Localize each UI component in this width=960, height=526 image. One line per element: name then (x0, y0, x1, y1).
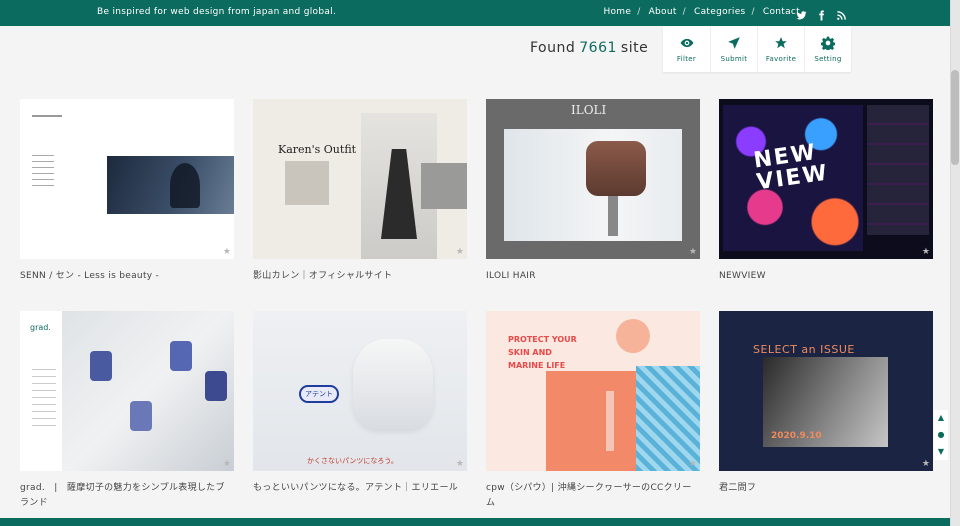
site-title[interactable]: もっといいパンツになる。アテント｜エリエール (253, 481, 467, 496)
site-title[interactable]: 君二問フ (719, 481, 933, 496)
site-thumbnail[interactable]: ★ (20, 99, 234, 259)
site-tagline: Be inspired for web design from japan an… (97, 7, 337, 17)
nav-item-contact[interactable]: Contact (763, 7, 800, 17)
gear-icon (820, 35, 836, 52)
nav-item-home[interactable]: Home / (603, 7, 648, 17)
site-card[interactable]: SELECT an ISSUE 2020.9.10 ★ 君二問フ (719, 311, 933, 496)
scroll-controls: ▲ ● ▼ (934, 410, 948, 460)
star-icon[interactable]: ★ (223, 459, 231, 469)
social-links (796, 6, 847, 21)
site-card[interactable]: Karen's Outfit ★ 影山カレン｜オフィシャルサイト (253, 99, 467, 284)
results-count: Found 7661 site (530, 40, 649, 56)
site-title[interactable]: grad. | 薩摩切子の魅力をシンプル表現したブランド (20, 481, 234, 511)
setting-button[interactable]: Setting (804, 26, 851, 72)
site-thumbnail[interactable]: アテント かくさないパンツになろう。 ★ (253, 311, 467, 471)
nav-item-about[interactable]: About / (649, 7, 694, 17)
star-icon (774, 35, 788, 49)
site-thumbnail[interactable]: PROTECT YOUR SKIN AND MARINE LIFE ★ (486, 311, 700, 471)
favorite-button[interactable]: Favorite (757, 26, 804, 72)
page-scrollbar[interactable] (950, 0, 960, 526)
site-title[interactable]: cpw（シパウ）| 沖縄シークヮーサーのCCクリーム (486, 481, 700, 511)
nav-item-categories[interactable]: Categories / (694, 7, 763, 17)
site-card[interactable]: ★ SENN / セン - Less is beauty - (20, 99, 234, 284)
star-icon[interactable]: ★ (922, 459, 930, 469)
footer-bar (0, 518, 950, 526)
site-card[interactable]: PROTECT YOUR SKIN AND MARINE LIFE ★ cpw（… (486, 311, 700, 511)
rss-icon[interactable] (836, 6, 847, 20)
site-title[interactable]: 影山カレン｜オフィシャルサイト (253, 269, 467, 284)
site-thumbnail[interactable]: Karen's Outfit ★ (253, 99, 467, 259)
site-title[interactable]: SENN / セン - Less is beauty - (20, 269, 234, 284)
site-card[interactable]: ILOLI ★ ILOLI HAIR (486, 99, 700, 284)
site-card[interactable]: アテント かくさないパンツになろう。 ★ もっといいパンツになる。アテント｜エリ… (253, 311, 467, 496)
site-thumbnail[interactable]: SELECT an ISSUE 2020.9.10 ★ (719, 311, 933, 471)
main-nav: Home / About / Categories / Contact (603, 7, 800, 17)
star-icon[interactable]: ★ (223, 247, 231, 257)
site-card[interactable]: NEW VIEW ★ NEWVIEW (719, 99, 933, 284)
paper-plane-icon (727, 35, 741, 49)
scroll-top-icon[interactable]: ▲ (938, 414, 944, 422)
facebook-icon[interactable] (816, 6, 827, 21)
star-icon[interactable]: ★ (689, 247, 697, 257)
site-card[interactable]: grad. ★ grad. | 薩摩切子の魅力をシンプル表現したブランド (20, 311, 234, 511)
site-thumbnail[interactable]: NEW VIEW ★ (719, 99, 933, 259)
site-thumbnail[interactable]: grad. ★ (20, 311, 234, 471)
dot-icon[interactable]: ● (938, 430, 945, 439)
site-thumbnail[interactable]: ILOLI ★ (486, 99, 700, 259)
top-bar: Be inspired for web design from japan an… (0, 0, 950, 26)
star-icon[interactable]: ★ (456, 459, 464, 469)
filter-button[interactable]: Filter (663, 26, 710, 72)
twitter-icon[interactable] (796, 6, 807, 20)
results-count-number: 7661 (579, 40, 617, 56)
site-title[interactable]: NEWVIEW (719, 269, 933, 284)
star-icon[interactable]: ★ (456, 247, 464, 257)
eye-icon (680, 35, 694, 49)
star-icon[interactable]: ★ (689, 459, 697, 469)
scrollbar-thumb[interactable] (951, 70, 959, 165)
site-title[interactable]: ILOLI HAIR (486, 269, 700, 284)
tool-panel: Filter Submit Favorite Setting (663, 26, 851, 72)
submit-button[interactable]: Submit (710, 26, 757, 72)
scroll-bottom-icon[interactable]: ▼ (938, 447, 944, 456)
star-icon[interactable]: ★ (922, 247, 930, 257)
